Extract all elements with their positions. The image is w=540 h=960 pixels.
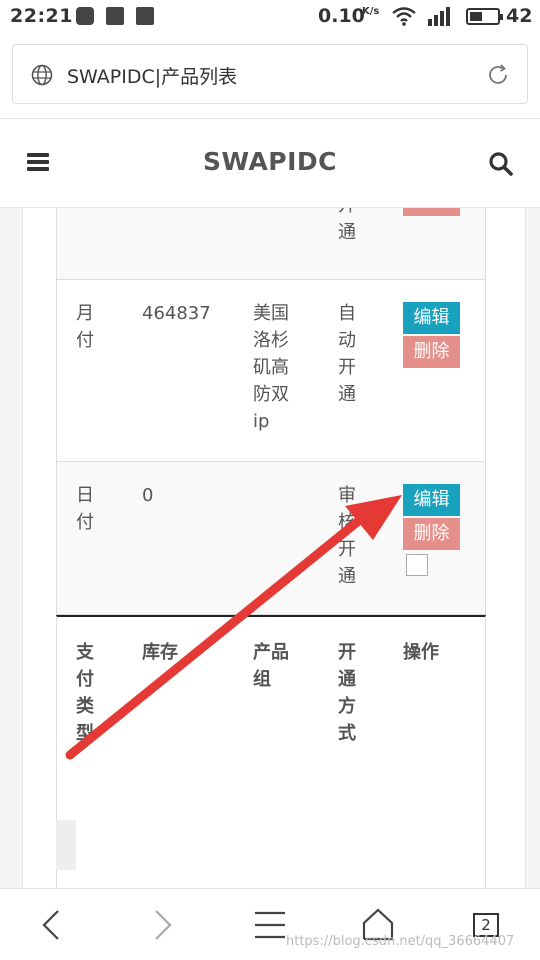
qq-notification-icon (76, 7, 94, 25)
actions-cell: 编辑 删除 (403, 484, 460, 576)
network-speed-unit: K/s (362, 6, 380, 17)
delete-button[interactable]: 删除 (403, 336, 460, 368)
page-content[interactable]: 开 通 月 付 464837 美国 洛杉 矶高 防双 ip 自 动 开 通 编辑… (0, 208, 540, 888)
menu-icon[interactable] (252, 907, 288, 943)
header-activation: 开 通 方 式 (338, 642, 356, 744)
network-speed: 0.10 (318, 5, 365, 27)
header-product-group: 产品 组 (253, 642, 289, 690)
actions-cell: 编辑 删除 (403, 302, 460, 368)
page-title-text: SWAPIDC|产品列表 (67, 66, 238, 88)
payment-type-cell: 月 付 (76, 303, 94, 351)
address-bar[interactable]: SWAPIDC|产品列表 (12, 44, 528, 104)
search-icon[interactable] (488, 151, 514, 177)
product-group-cell: 美国 洛杉 矶高 防双 ip (253, 303, 289, 432)
reload-icon[interactable] (485, 62, 511, 88)
battery-icon (466, 8, 503, 25)
site-brand[interactable]: SWAPIDC (0, 147, 540, 176)
edit-button[interactable]: 编辑 (403, 302, 460, 334)
header-payment-type: 支 付 类 型 (76, 642, 94, 744)
image-notification-icon (106, 7, 124, 25)
back-icon[interactable] (34, 907, 70, 943)
activation-cell: 自 动 开 通 (338, 303, 356, 405)
horizontal-scroll-stub[interactable] (56, 820, 76, 870)
site-header: SWAPIDC (0, 118, 540, 208)
watermark: https://blog.csdn.net/qq_36664407 (286, 934, 515, 949)
battery-level: 42 (506, 5, 533, 27)
stock-cell: 464837 (142, 303, 211, 324)
table-row: 日 付 0 审 核 开 通 编辑 删除 (56, 462, 486, 615)
delete-button[interactable]: 删除 (403, 518, 460, 550)
payment-type-cell: 日 付 (76, 485, 94, 533)
cellular-signal-icon (428, 7, 450, 26)
header-actions: 操作 (403, 642, 439, 663)
edit-button[interactable]: 编辑 (403, 484, 460, 516)
select-checkbox[interactable] (406, 554, 428, 576)
delete-button[interactable] (403, 208, 460, 216)
activation-cell: 审 核 开 通 (338, 485, 356, 587)
table-footer-header: 支 付 类 型 库存 产品 组 开 通 方 式 操作 (56, 615, 486, 888)
actions-cell (403, 208, 460, 216)
news-notification-icon (136, 7, 154, 25)
forward-icon[interactable] (144, 907, 180, 943)
table-row: 月 付 464837 美国 洛杉 矶高 防双 ip 自 动 开 通 编辑 删除 (56, 280, 486, 462)
status-time: 22:21 (10, 5, 73, 27)
header-stock: 库存 (142, 642, 178, 663)
activation-cell: 开 通 (338, 208, 356, 243)
stock-cell: 0 (142, 485, 154, 506)
status-bar: 22:21 0.10 K/s 42 (0, 0, 540, 32)
table-row: 开 通 (56, 208, 486, 280)
browser-toolbar: SWAPIDC|产品列表 (0, 32, 540, 118)
globe-icon (31, 64, 53, 86)
browser-bottom-nav: 2 (0, 888, 540, 960)
wifi-icon (392, 7, 416, 26)
